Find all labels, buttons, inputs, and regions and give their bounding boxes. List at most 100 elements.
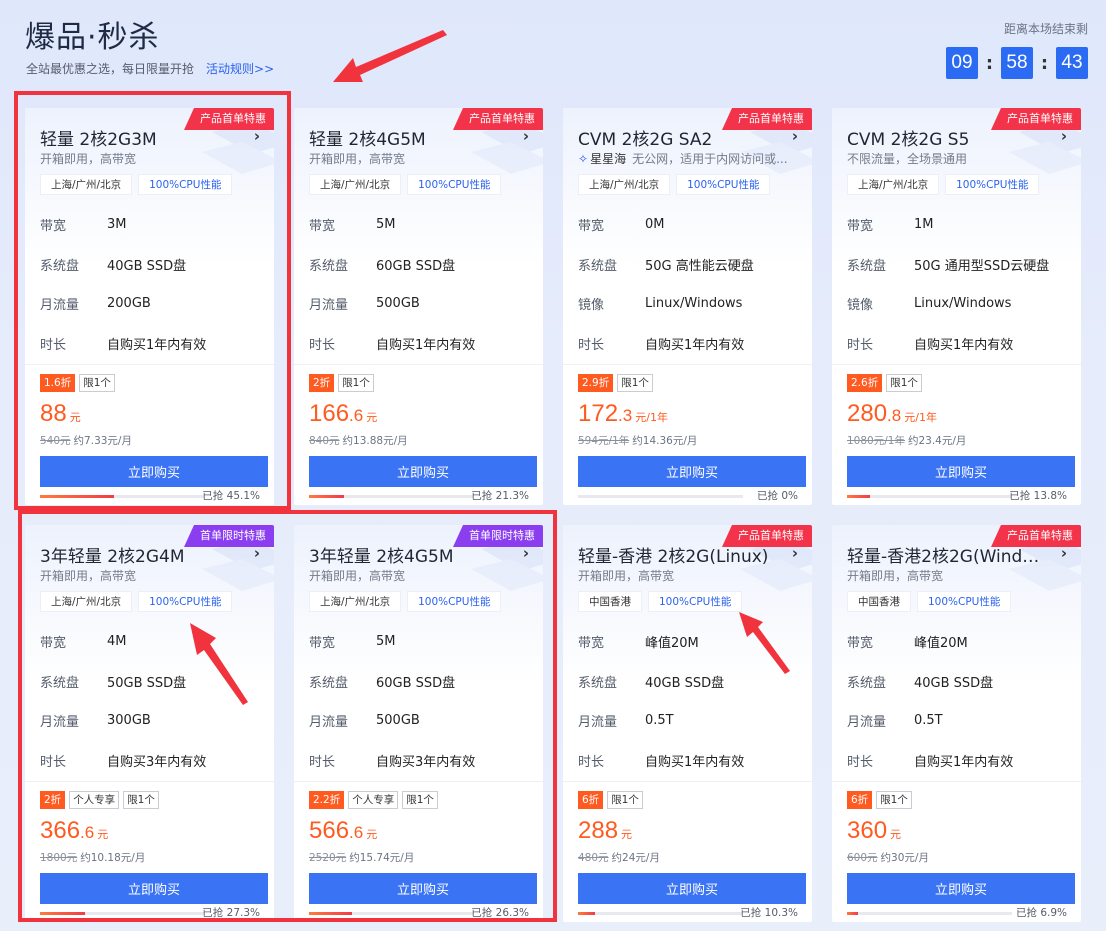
original-price: 594元/1年 (578, 435, 630, 447)
product-subtitle: 开箱即用，高带宽 (847, 567, 1067, 584)
spec-row: 时长 自购买1年内有效 (40, 324, 265, 364)
feature-tags: 上海/广州/北京 100%CPU性能 (309, 174, 502, 195)
product-card[interactable]: 产品首单特惠 轻量 2核2G3M › 开箱即用，高带宽 上海/广州/北京 100%CPU性… (25, 108, 274, 505)
spec-row: 带宽 5M (309, 205, 534, 245)
chevron-right-icon[interactable]: › (254, 544, 260, 562)
monthly-price: 约13.88元/月 (342, 435, 408, 447)
offer-label: 限1个 (607, 791, 643, 809)
spec-label: 带宽 (578, 219, 605, 235)
spec-value: 自购买1年内有效 (645, 337, 745, 353)
product-title[interactable]: CVM 2核2G S5 (847, 125, 1042, 150)
product-title[interactable]: CVM 2核2G SA2 (578, 125, 773, 150)
buy-now-button[interactable]: 立即购买 (847, 456, 1075, 487)
buy-now-button[interactable]: 立即购买 (309, 873, 537, 904)
spec-value: 40GB SSD盘 (914, 675, 994, 691)
feature-tag: 100%CPU性能 (407, 174, 502, 195)
spec-label: 时长 (578, 337, 605, 353)
product-title[interactable]: 轻量 2核2G3M (40, 125, 235, 150)
product-card[interactable]: 产品首单特惠 轻量-香港2核2G(Windo... › 开箱即用，高带宽 中国香港 100… (832, 525, 1081, 922)
monthly-price: 约15.74元/月 (349, 852, 415, 864)
product-card[interactable]: 首单限时特惠 3年轻量 2核2G4M › 开箱即用，高带宽 上海/广州/北京 100%CP… (25, 525, 274, 922)
chevron-right-icon[interactable]: › (254, 127, 260, 145)
price-decimal: .8 (887, 406, 902, 425)
countdown-separator: : (985, 52, 994, 74)
spec-label: 镜像 (578, 298, 605, 314)
spec-value: 自购买3年内有效 (107, 754, 207, 770)
price-decimal: .3 (618, 406, 633, 425)
product-card[interactable]: 首单限时特惠 3年轻量 2核4G5M › 开箱即用，高带宽 上海/广州/北京 100%CP… (294, 525, 543, 922)
price-integer: 172 (578, 400, 619, 427)
countdown-minutes: 58 (1001, 47, 1033, 79)
spec-label: 时长 (309, 337, 336, 353)
feature-tag: 100%CPU性能 (407, 591, 502, 612)
chevron-right-icon[interactable]: › (792, 127, 798, 145)
chevron-right-icon[interactable]: › (523, 127, 529, 145)
product-title[interactable]: 轻量 2核4G5M (309, 125, 504, 150)
spec-label: 系统盘 (40, 675, 80, 691)
sold-progress-fill (40, 495, 115, 498)
feature-tag: 上海/广州/北京 (40, 591, 133, 612)
product-title[interactable]: 轻量-香港 2核2G(Linux) (578, 542, 773, 567)
sold-progress-text: 已抢 6.9% (1015, 907, 1067, 919)
original-price: 540元 (40, 435, 71, 447)
original-price: 1080元/1年 (847, 435, 905, 447)
activity-rules-link[interactable]: 活动规则>> (206, 62, 274, 76)
spec-label: 带宽 (309, 636, 336, 652)
original-price-line: 840元 约13.88元/月 (309, 433, 408, 448)
product-title[interactable]: 3年轻量 2核4G5M (309, 542, 504, 567)
divider (294, 781, 543, 782)
sold-progress-fill (309, 912, 353, 915)
price-decimal: .6 (80, 823, 95, 842)
buy-now-button[interactable]: 立即购买 (309, 456, 537, 487)
discount-label: 1.6折 (40, 374, 76, 392)
product-subtitle: 开箱即用，高带宽 (40, 150, 260, 167)
divider (25, 781, 274, 782)
chevron-right-icon[interactable]: › (792, 544, 798, 562)
spec-label: 系统盘 (847, 258, 887, 274)
spec-value: 200GB (107, 296, 151, 312)
product-card[interactable]: 产品首单特惠 轻量-香港 2核2G(Linux) › 开箱即用，高带宽 中国香港 100%… (563, 525, 812, 922)
spec-row: 时长 自购买1年内有效 (578, 741, 803, 781)
buy-now-button[interactable]: 立即购买 (847, 873, 1075, 904)
sold-progress-bar (847, 495, 1012, 498)
buy-now-button[interactable]: 立即购买 (40, 456, 268, 487)
discount-label: 2折 (40, 791, 66, 809)
feature-tag: 100%CPU性能 (917, 591, 1012, 612)
divider (563, 364, 812, 365)
feature-tag: 中国香港 (847, 591, 911, 612)
spec-label: 系统盘 (847, 675, 887, 691)
original-price: 2520元 (309, 852, 347, 864)
sale-price: 166.6 元 (309, 400, 377, 428)
original-price-line: 480元 约24元/月 (578, 850, 660, 865)
offer-labels: 1.6折 限1个 (40, 374, 115, 392)
product-title[interactable]: 轻量-香港2核2G(Windo... (847, 542, 1042, 567)
buy-now-button[interactable]: 立即购买 (40, 873, 268, 904)
spec-value: 自购买1年内有效 (914, 754, 1014, 770)
discount-label: 2.6折 (847, 374, 883, 392)
product-card[interactable]: 产品首单特惠 轻量 2核4G5M › 开箱即用，高带宽 上海/广州/北京 100%CPU性… (294, 108, 543, 505)
buy-now-button[interactable]: 立即购买 (578, 456, 806, 487)
offer-labels: 2折 限1个 (309, 374, 374, 392)
price-unit: 元 (890, 828, 902, 841)
sale-price: 280.8 元/1年 (847, 400, 937, 428)
spec-label: 月流量 (309, 715, 349, 731)
offer-label: 限1个 (876, 791, 912, 809)
price-integer: 166 (309, 400, 350, 427)
price-integer: 280 (847, 400, 888, 427)
product-title[interactable]: 3年轻量 2核2G4M (40, 542, 235, 567)
chevron-right-icon[interactable]: › (1061, 127, 1067, 145)
spec-row: 时长 自购买1年内有效 (847, 324, 1072, 364)
chevron-right-icon[interactable]: › (523, 544, 529, 562)
spec-row: 时长 自购买3年内有效 (309, 741, 534, 781)
sold-progress-bar (578, 912, 743, 915)
sale-price: 360 元 (847, 817, 901, 845)
spec-value: 自购买1年内有效 (645, 754, 745, 770)
discount-label: 2.9折 (578, 374, 614, 392)
subtitle-text: 开箱即用，高带宽 (309, 152, 406, 166)
product-card[interactable]: 产品首单特惠 CVM 2核2G SA2 › ✧ 星星海 无公网，适用于内网访问或... 上海… (563, 108, 812, 505)
buy-now-button[interactable]: 立即购买 (578, 873, 806, 904)
product-card[interactable]: 产品首单特惠 CVM 2核2G S5 › 不限流量，全场景通用 上海/广州/北京 100%… (832, 108, 1081, 505)
chevron-right-icon[interactable]: › (1061, 544, 1067, 562)
sale-price: 88 元 (40, 400, 81, 428)
price-unit: 元 (621, 828, 633, 841)
